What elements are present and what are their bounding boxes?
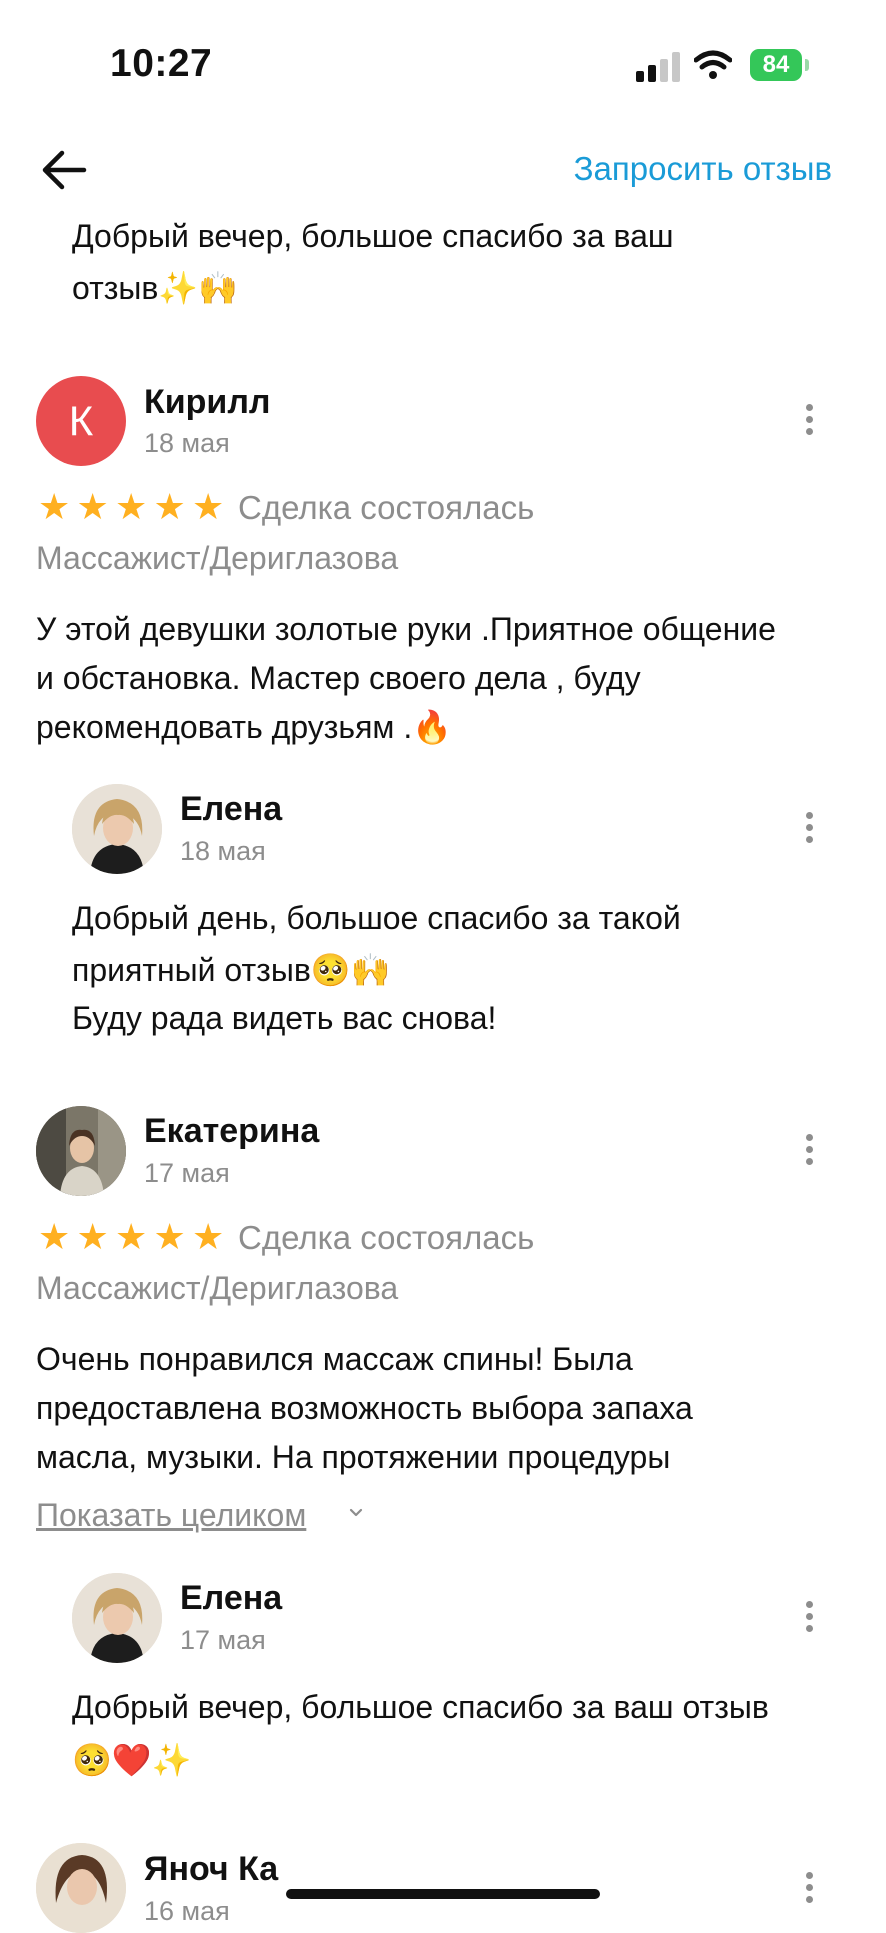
cellular-signal-icon bbox=[636, 52, 682, 82]
avatar[interactable] bbox=[72, 1573, 162, 1663]
reply-date: 18 мая bbox=[180, 836, 266, 866]
reply-date: 17 мая bbox=[180, 1625, 266, 1655]
star-icon: ★ bbox=[76, 1216, 109, 1257]
avatar[interactable] bbox=[36, 1106, 126, 1196]
more-options-icon[interactable] bbox=[794, 1128, 824, 1172]
review-date: 17 мая bbox=[144, 1158, 230, 1188]
chevron-down-icon[interactable] bbox=[348, 1504, 364, 1520]
star-icon: ★ bbox=[115, 486, 148, 527]
review-text-line: У этой девушки золотые руки .Приятное об… bbox=[36, 611, 776, 647]
reply-text-line: Добрый вечер, большое спасибо за ваш отз… bbox=[72, 1689, 769, 1725]
arrow-left-icon[interactable] bbox=[40, 148, 90, 192]
avatar-photo bbox=[72, 1573, 162, 1663]
star-icon: ★ bbox=[38, 1216, 71, 1257]
top-bar: Запросить отзыв bbox=[0, 130, 886, 210]
home-indicator[interactable] bbox=[286, 1889, 600, 1899]
battery-icon: 84 bbox=[750, 49, 802, 81]
deal-status: Сделка состоялась bbox=[238, 1219, 535, 1256]
star-icon: ★ bbox=[153, 486, 186, 527]
star-icon: ★ bbox=[192, 486, 225, 527]
more-options-icon[interactable] bbox=[794, 1866, 824, 1910]
review-author[interactable]: Кирилл bbox=[144, 383, 271, 422]
avatar-letter: К bbox=[68, 397, 94, 444]
review-author[interactable]: Екатерина bbox=[144, 1112, 319, 1151]
reply-text-line: приятный отзыв🥺🙌 bbox=[72, 952, 391, 988]
reply-author[interactable]: Елена bbox=[180, 790, 282, 829]
review-text-line: и обстановка. Мастер своего дела , буду bbox=[36, 660, 641, 696]
request-review-link[interactable]: Запросить отзыв bbox=[574, 150, 832, 188]
service-name: Массажист/Дериглазова bbox=[36, 1270, 399, 1306]
more-options-icon[interactable] bbox=[794, 1595, 824, 1639]
star-icon: ★ bbox=[76, 486, 109, 527]
reply-text-line: Добрый день, большое спасибо за такой bbox=[72, 900, 681, 936]
review-text-line: предоставлена возможность выбора запаха bbox=[36, 1390, 693, 1426]
star-icon: ★ bbox=[192, 1216, 225, 1257]
review-date: 16 мая bbox=[144, 1896, 230, 1926]
review-text-line: рекомендовать друзьям .🔥 bbox=[36, 709, 453, 745]
status-time: 10:27 bbox=[110, 42, 213, 85]
more-options-icon[interactable] bbox=[794, 806, 824, 850]
rating-stars: ★ ★ ★ ★ ★ bbox=[38, 487, 231, 527]
reply-text-line: Добрый вечер, большое спасибо за ваш bbox=[72, 218, 674, 254]
status-bar: 10:27 84 bbox=[0, 0, 886, 130]
reply-text-line: 🥺❤️✨ bbox=[72, 1742, 192, 1778]
reply-text-line: Буду рада видеть вас снова! bbox=[72, 1000, 497, 1036]
review-author[interactable]: Яноч Ка bbox=[144, 1850, 278, 1889]
star-icon: ★ bbox=[115, 1216, 148, 1257]
avatar-photo bbox=[36, 1106, 126, 1196]
review-text-line: Очень понравился массаж спины! Была bbox=[36, 1341, 633, 1377]
reply-text-line: отзыв✨🙌 bbox=[72, 270, 239, 306]
battery-tip bbox=[805, 59, 809, 71]
show-full-link[interactable]: Показать целиком bbox=[36, 1497, 306, 1534]
star-icon: ★ bbox=[153, 1216, 186, 1257]
wifi-icon bbox=[694, 50, 732, 79]
review-date: 18 мая bbox=[144, 428, 230, 458]
deal-status: Сделка состоялась bbox=[238, 489, 535, 526]
avatar[interactable]: К bbox=[36, 376, 126, 466]
avatar[interactable] bbox=[72, 784, 162, 874]
avatar-photo bbox=[72, 784, 162, 874]
service-name: Массажист/Дериглазова bbox=[36, 540, 399, 576]
reply-author[interactable]: Елена bbox=[180, 1579, 282, 1618]
star-icon: ★ bbox=[38, 486, 71, 527]
more-options-icon[interactable] bbox=[794, 398, 824, 442]
review-text-line: масла, музыки. На протяжении процедуры bbox=[36, 1439, 671, 1475]
battery-level: 84 bbox=[762, 51, 790, 78]
rating-stars: ★ ★ ★ ★ ★ bbox=[38, 1217, 231, 1257]
